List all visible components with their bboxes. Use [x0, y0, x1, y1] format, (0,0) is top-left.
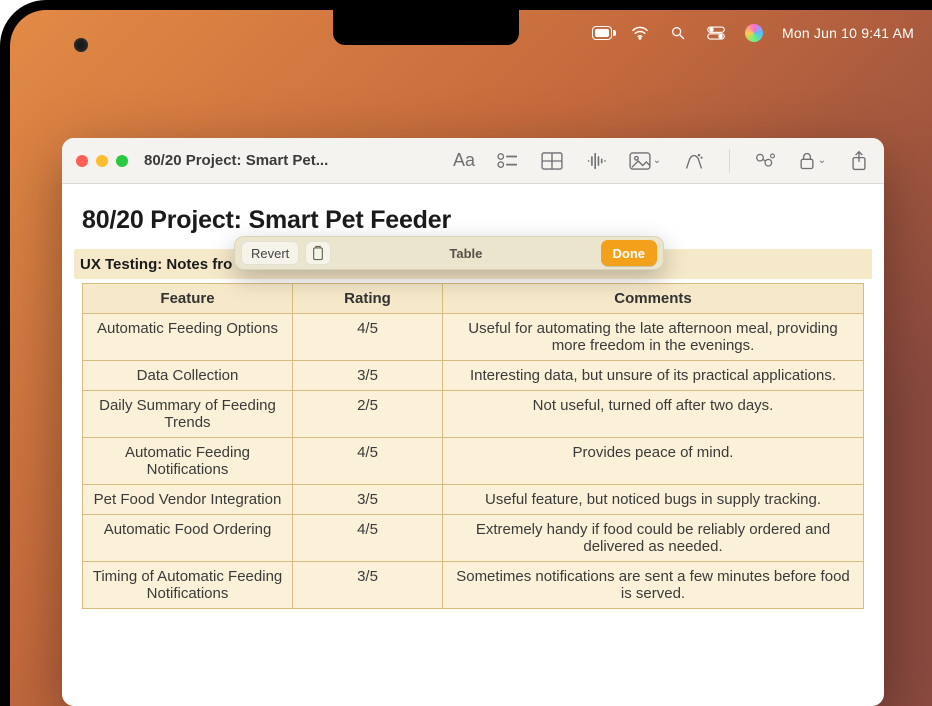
- notes-window: 80/20 Project: Smart Pet... Aa ⌄: [62, 138, 884, 706]
- writing-tools-button[interactable]: [679, 147, 709, 175]
- battery-icon: [592, 24, 612, 42]
- chevron-down-icon: ⌄: [653, 155, 661, 166]
- cell-rating[interactable]: 4/5: [293, 515, 443, 562]
- bottom-spacer: [82, 609, 864, 631]
- table-row[interactable]: Data Collection3/5Interesting data, but …: [83, 361, 864, 391]
- checklist-button[interactable]: [493, 147, 523, 175]
- cell-comments[interactable]: Useful feature, but noticed bugs in supp…: [443, 485, 864, 515]
- format-text-button[interactable]: Aa: [449, 147, 479, 175]
- cell-rating[interactable]: 3/5: [293, 485, 443, 515]
- table-row[interactable]: Daily Summary of Feeding Trends2/5Not us…: [83, 391, 864, 438]
- action-toolbar-title: Table: [337, 246, 594, 261]
- done-button[interactable]: Done: [601, 240, 658, 266]
- media-insert-button[interactable]: ⌄: [625, 147, 665, 175]
- camera-dot: [74, 38, 88, 52]
- feedback-table[interactable]: Feature Rating Comments Automatic Feedin…: [82, 283, 864, 609]
- cell-comments[interactable]: Provides peace of mind.: [443, 438, 864, 485]
- lock-button[interactable]: ⌄: [794, 147, 830, 175]
- window-toolbar: Aa ⌄: [449, 147, 874, 175]
- toolbar-divider: [729, 149, 730, 173]
- window-titlebar: 80/20 Project: Smart Pet... Aa ⌄: [62, 138, 884, 184]
- siri-icon[interactable]: [744, 24, 764, 42]
- window-close-button[interactable]: [76, 155, 88, 167]
- cell-comments[interactable]: Not useful, turned off after two days.: [443, 391, 864, 438]
- cell-rating[interactable]: 4/5: [293, 314, 443, 361]
- table-header-row: Feature Rating Comments: [83, 284, 864, 314]
- window-minimize-button[interactable]: [96, 155, 108, 167]
- col-comments-header: Comments: [443, 284, 864, 314]
- col-rating-header: Rating: [293, 284, 443, 314]
- copy-to-clipboard-button[interactable]: [305, 241, 331, 265]
- table-row[interactable]: Timing of Automatic Feeding Notification…: [83, 562, 864, 609]
- cell-rating[interactable]: 3/5: [293, 361, 443, 391]
- table-button[interactable]: [537, 147, 567, 175]
- wifi-icon[interactable]: [630, 24, 650, 42]
- table-action-toolbar: Revert Table Done: [234, 236, 664, 270]
- table-row[interactable]: Pet Food Vendor Integration3/5Useful fea…: [83, 485, 864, 515]
- cell-comments[interactable]: Extremely handy if food could be reliabl…: [443, 515, 864, 562]
- control-center-icon[interactable]: [706, 24, 726, 42]
- window-title: 80/20 Project: Smart Pet...: [144, 152, 328, 169]
- audio-recording-button[interactable]: [581, 147, 611, 175]
- subheading-text: UX Testing: Notes fro: [80, 256, 232, 273]
- link-button[interactable]: [750, 147, 780, 175]
- window-zoom-button[interactable]: [116, 155, 128, 167]
- device-frame: Mon Jun 10 9:41 AM 80/20 Project: Smart …: [0, 0, 932, 706]
- display-notch: [333, 10, 519, 45]
- cell-rating[interactable]: 4/5: [293, 438, 443, 485]
- revert-button[interactable]: Revert: [241, 241, 299, 265]
- share-button[interactable]: [844, 147, 874, 175]
- cell-rating[interactable]: 2/5: [293, 391, 443, 438]
- col-feature-header: Feature: [83, 284, 293, 314]
- document-title: 80/20 Project: Smart Pet Feeder: [82, 206, 864, 235]
- cell-feature[interactable]: Automatic Feeding Options: [83, 314, 293, 361]
- cell-feature[interactable]: Automatic Food Ordering: [83, 515, 293, 562]
- window-traffic-lights: [76, 155, 128, 167]
- cell-feature[interactable]: Daily Summary of Feeding Trends: [83, 391, 293, 438]
- menubar-datetime[interactable]: Mon Jun 10 9:41 AM: [782, 25, 914, 41]
- cell-comments[interactable]: Sometimes notifications are sent a few m…: [443, 562, 864, 609]
- table-row[interactable]: Automatic Feeding Notifications4/5Provid…: [83, 438, 864, 485]
- cell-feature[interactable]: Pet Food Vendor Integration: [83, 485, 293, 515]
- table-row[interactable]: Automatic Feeding Options4/5Useful for a…: [83, 314, 864, 361]
- spotlight-search-icon[interactable]: [668, 24, 688, 42]
- cell-rating[interactable]: 3/5: [293, 562, 443, 609]
- cell-feature[interactable]: Timing of Automatic Feeding Notification…: [83, 562, 293, 609]
- cell-feature[interactable]: Automatic Feeding Notifications: [83, 438, 293, 485]
- table-row[interactable]: Automatic Food Ordering4/5Extremely hand…: [83, 515, 864, 562]
- cell-feature[interactable]: Data Collection: [83, 361, 293, 391]
- chevron-down-icon: ⌄: [818, 155, 826, 166]
- menubar: Mon Jun 10 9:41 AM: [592, 22, 914, 44]
- cell-comments[interactable]: Useful for automating the late afternoon…: [443, 314, 864, 361]
- cell-comments[interactable]: Interesting data, but unsure of its prac…: [443, 361, 864, 391]
